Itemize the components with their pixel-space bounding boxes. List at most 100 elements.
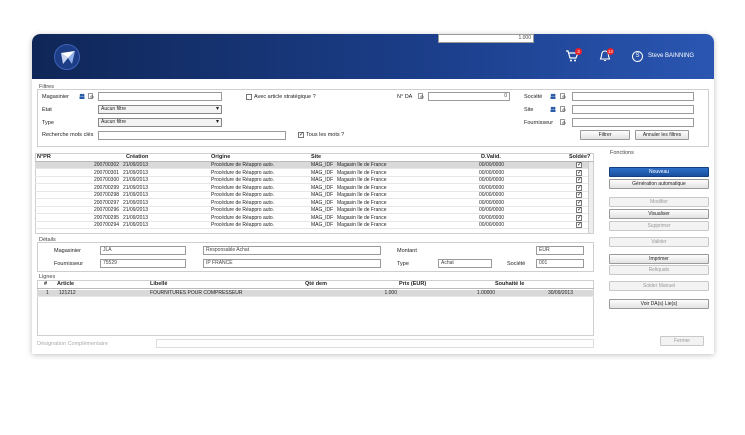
table-row[interactable]: 200700294 21/09/2013 Procédure de Réappro … xyxy=(35,221,588,229)
cell-npr: 200700298 xyxy=(94,192,120,198)
close-button[interactable]: Fermer xyxy=(660,336,704,346)
line-cell-souhaite: 30/09/2013 xyxy=(547,290,573,296)
fournisseur-input[interactable] xyxy=(572,118,694,127)
table-row[interactable]: 200700299 21/09/2013 Procédure de Réappro … xyxy=(35,184,588,192)
details-fournisseur-code: 75529 xyxy=(100,259,186,268)
cell-site-name: Magasin Ile de France xyxy=(337,177,387,183)
magasinier-input[interactable] xyxy=(98,92,222,101)
auto-generation-button[interactable]: Génération automatique xyxy=(609,179,709,189)
table-row[interactable]: 200700298 21/09/2013 Procédure de Réappro … xyxy=(35,191,588,199)
cell-dvalid: 00/00/0000 xyxy=(479,162,505,168)
magasinier-label: Magasinier xyxy=(42,94,69,100)
cell-dvalid: 00/00/0000 xyxy=(479,214,505,221)
grid-header: N°PR Création Origine Site D.Valid. Sold… xyxy=(35,154,594,162)
table-row[interactable]: 200700296 21/09/2013 Procédure de Réappro … xyxy=(35,206,588,214)
search-input[interactable] xyxy=(98,131,286,140)
edit-button[interactable]: Modifier xyxy=(609,197,709,207)
reliquats-button[interactable]: Reliquats xyxy=(609,265,709,275)
document-search-icon[interactable] xyxy=(560,119,566,125)
manual-settle-button[interactable]: Solder Manuel xyxy=(609,281,709,291)
site-label: Site xyxy=(524,107,534,113)
line-col-qte[interactable]: Qté dem xyxy=(305,281,327,287)
col-origine[interactable]: Origine xyxy=(211,154,230,160)
document-search-icon[interactable] xyxy=(88,93,94,99)
avatar[interactable]: S xyxy=(632,51,643,62)
cell-creation: 21/09/2013 xyxy=(123,177,149,183)
cell-origine: Procédure de Réappro auto. xyxy=(211,192,275,198)
soldee-checkbox[interactable] xyxy=(576,184,582,191)
cell-creation: 21/09/2013 xyxy=(123,162,149,168)
type-select[interactable]: Aucun filtre xyxy=(98,118,222,127)
all-words-checkbox[interactable] xyxy=(298,131,304,138)
table-row[interactable]: 200700300 21/09/2013 Procédure de Réappro … xyxy=(35,176,588,184)
table-row[interactable]: 200700302 21/09/2013 Procédure de Réappro … xyxy=(35,161,588,169)
line-cell-qte: 1.000 xyxy=(384,290,397,296)
soldee-checkbox[interactable] xyxy=(576,176,582,183)
user-name[interactable]: Steve BAINNING xyxy=(648,53,694,59)
users-icon[interactable] xyxy=(550,106,556,112)
soldee-checkbox[interactable] xyxy=(576,221,582,228)
document-search-icon[interactable] xyxy=(560,106,566,112)
line-col-souhaite[interactable]: Souhaité le xyxy=(495,281,524,287)
soldee-checkbox[interactable] xyxy=(576,169,582,176)
etat-select[interactable]: Aucun filtre xyxy=(98,105,222,114)
cell-creation: 21/09/2013 xyxy=(123,199,149,206)
soldee-checkbox[interactable] xyxy=(576,191,582,198)
table-row[interactable]: 200700297 21/09/2013 Procédure de Réappro … xyxy=(35,199,588,207)
users-icon[interactable] xyxy=(79,93,85,99)
details-type-value: Achat xyxy=(438,259,492,268)
col-soldee[interactable]: Soldée? xyxy=(569,154,590,160)
societe-input[interactable] xyxy=(572,92,694,101)
nda-input[interactable]: 0 xyxy=(428,92,510,101)
line-col-prix[interactable]: Prix (EUR) xyxy=(399,281,426,287)
document-search-icon[interactable] xyxy=(418,93,424,99)
col-dvalid[interactable]: D.Valid. xyxy=(481,154,501,160)
designation-input[interactable] xyxy=(156,339,594,348)
soldee-checkbox[interactable] xyxy=(576,214,582,221)
line-col-article[interactable]: Article xyxy=(57,281,74,287)
document-search-icon[interactable] xyxy=(560,93,566,99)
print-button[interactable]: Imprimer xyxy=(609,254,709,264)
cell-origine: Procédure de Réappro auto. xyxy=(211,199,275,206)
new-button[interactable]: Nouveau xyxy=(609,167,709,177)
etat-label: Etat xyxy=(42,107,52,113)
col-site[interactable]: Site xyxy=(311,154,321,160)
cell-npr: 200700297 xyxy=(94,199,120,206)
cell-creation: 21/09/2013 xyxy=(123,214,149,221)
cell-npr: 200700296 xyxy=(94,207,120,213)
type-label: Type xyxy=(42,120,54,126)
app-window: 3 12 S Steve BAINNING Filtres Magasinier… xyxy=(32,34,714,354)
cell-dvalid: 00/00/0000 xyxy=(479,177,505,183)
line-row[interactable]: 1 121212 FOURNITURES POUR COMPRESSEUR 1.000… xyxy=(37,290,594,297)
col-creation[interactable]: Création xyxy=(126,154,148,160)
cell-origine: Procédure de Réappro auto. xyxy=(211,169,275,176)
cell-origine: Procédure de Réappro auto. xyxy=(211,162,275,168)
logo-icon xyxy=(61,51,75,64)
validate-button[interactable]: Valider xyxy=(609,237,709,247)
strategic-checkbox[interactable] xyxy=(246,94,252,100)
functions-title: Fonctions xyxy=(610,150,634,156)
site-input[interactable] xyxy=(572,105,694,114)
table-row[interactable]: 200700295 21/09/2013 Procédure de Réappro … xyxy=(35,214,588,222)
line-cell-prix: 1.00000 xyxy=(476,290,495,296)
line-col-libelle[interactable]: Libellé xyxy=(150,281,167,287)
soldee-checkbox[interactable] xyxy=(576,199,582,206)
cell-site-name: Magasin Ile de France xyxy=(337,169,387,176)
view-button[interactable]: Visualiser xyxy=(609,209,709,219)
filter-button[interactable]: Filtrer xyxy=(580,130,630,140)
all-words-label: Tous les mots ? xyxy=(306,132,345,138)
clear-filters-button[interactable]: Annuler les filtres xyxy=(635,130,689,140)
soldee-checkbox[interactable] xyxy=(576,206,582,213)
line-col-num[interactable]: # xyxy=(44,281,47,287)
col-npr[interactable]: N°PR xyxy=(37,154,51,160)
view-linked-da-button[interactable]: Voir DA(s) Lie(s) xyxy=(609,299,709,309)
cell-dvalid: 00/00/0000 xyxy=(479,207,505,213)
delete-button[interactable]: Supprimer xyxy=(609,221,709,231)
table-row[interactable]: 200700301 21/09/2013 Procédure de Réappro … xyxy=(35,169,588,177)
soldee-checkbox[interactable] xyxy=(576,161,582,168)
app-logo[interactable] xyxy=(54,44,80,70)
grid-scrollbar[interactable] xyxy=(588,162,593,233)
cell-site-name: Magasin Ile de France xyxy=(337,207,387,213)
cell-dvalid: 00/00/0000 xyxy=(479,222,505,228)
users-icon[interactable] xyxy=(550,93,556,99)
